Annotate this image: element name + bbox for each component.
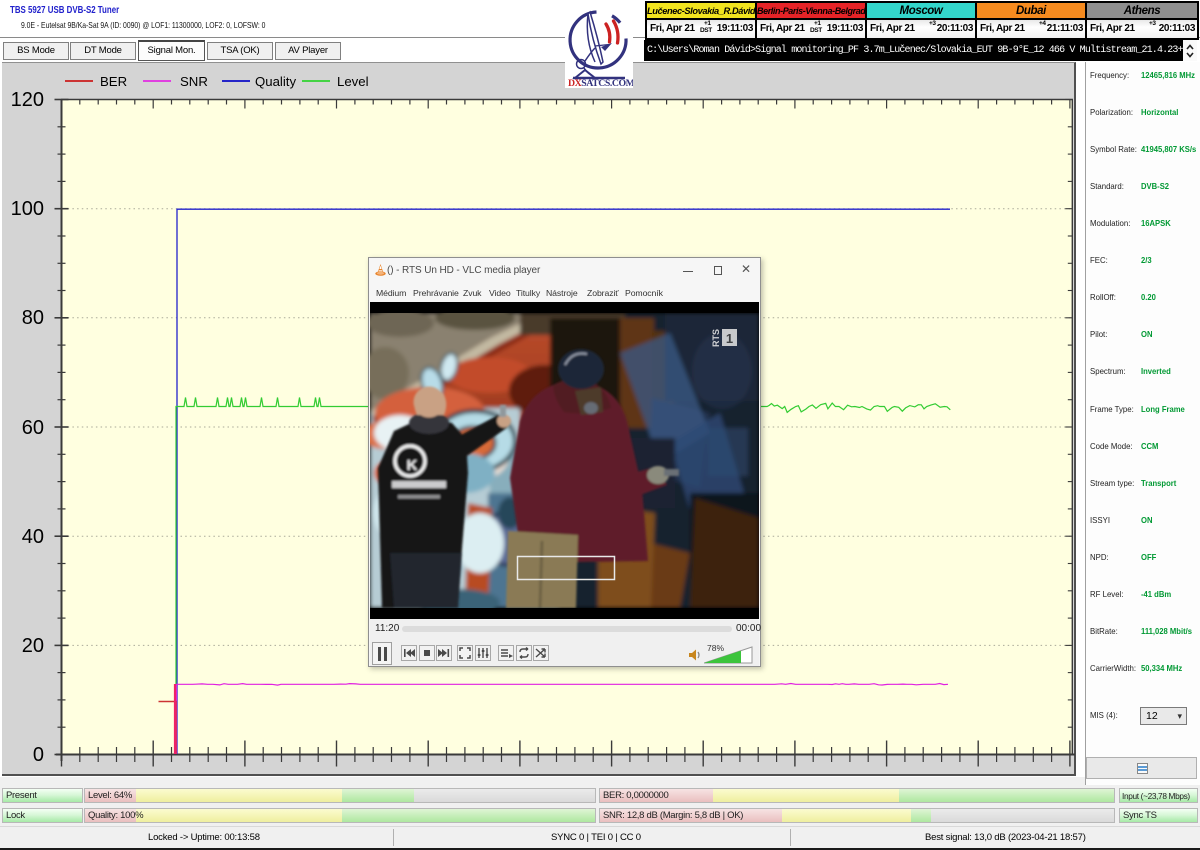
svg-text:1: 1 — [726, 331, 733, 346]
svg-text:K: K — [407, 457, 418, 474]
svg-text:DXSATCS.COM: DXSATCS.COM — [568, 78, 633, 88]
svg-text:RTS: RTS — [711, 329, 721, 347]
